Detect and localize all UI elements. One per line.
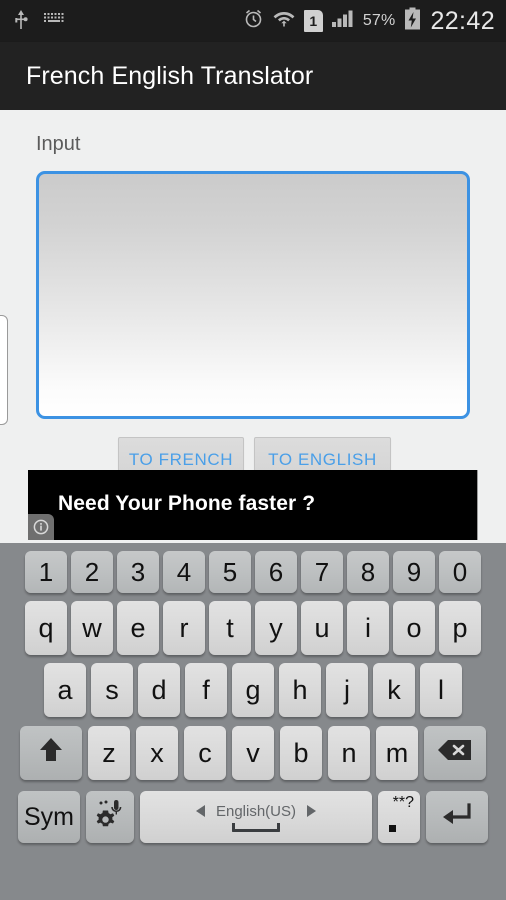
gear-mic-icon bbox=[93, 797, 127, 838]
status-bar: 1 57% 22:42 bbox=[0, 0, 506, 42]
key-n[interactable]: n bbox=[328, 726, 370, 780]
key-e[interactable]: e bbox=[117, 601, 159, 655]
key-3[interactable]: 3 bbox=[117, 551, 159, 593]
key-s[interactable]: s bbox=[91, 663, 133, 717]
space-language-label: English(US) bbox=[215, 802, 297, 820]
keyboard-row-function: Sym English(US) **? bbox=[0, 788, 506, 846]
key-0[interactable]: 0 bbox=[439, 551, 481, 593]
key-2[interactable]: 2 bbox=[71, 551, 113, 593]
signal-icon bbox=[331, 9, 354, 33]
key-b[interactable]: b bbox=[280, 726, 322, 780]
key-j[interactable]: j bbox=[326, 663, 368, 717]
key-t[interactable]: t bbox=[209, 601, 251, 655]
status-bar-clock: 22:42 bbox=[430, 6, 495, 35]
info-icon[interactable] bbox=[28, 514, 54, 540]
backspace-key[interactable] bbox=[424, 726, 486, 780]
key-5[interactable]: 5 bbox=[209, 551, 251, 593]
key-y[interactable]: y bbox=[255, 601, 297, 655]
wifi-icon bbox=[273, 9, 295, 34]
keyboard-row-home: a s d f g h j k l bbox=[0, 661, 506, 719]
key-7[interactable]: 7 bbox=[301, 551, 343, 593]
key-r[interactable]: r bbox=[163, 601, 205, 655]
phone-screen: 1 57% 22:42 French English Translator In… bbox=[0, 0, 506, 900]
status-bar-right-icons: 1 57% 22:42 bbox=[243, 7, 506, 36]
key-9[interactable]: 9 bbox=[393, 551, 435, 593]
shift-key[interactable] bbox=[20, 726, 82, 780]
key-a[interactable]: a bbox=[44, 663, 86, 717]
key-w[interactable]: w bbox=[71, 601, 113, 655]
key-f[interactable]: f bbox=[185, 663, 227, 717]
app-title-bar: French English Translator bbox=[0, 42, 506, 110]
space-language-switcher[interactable]: English(US) bbox=[195, 802, 317, 820]
keyboard-row-bottom: z x c v b n m bbox=[0, 723, 506, 783]
offscreen-panel bbox=[0, 315, 8, 425]
keyboard-row-top: q w e r t y u i o p bbox=[0, 599, 506, 657]
key-c[interactable]: c bbox=[184, 726, 226, 780]
key-g[interactable]: g bbox=[232, 663, 274, 717]
key-p[interactable]: p bbox=[439, 601, 481, 655]
key-z[interactable]: z bbox=[88, 726, 130, 780]
usb-icon bbox=[13, 8, 29, 35]
key-q[interactable]: q bbox=[25, 601, 67, 655]
key-x[interactable]: x bbox=[136, 726, 178, 780]
input-label: Input bbox=[36, 133, 81, 155]
space-key[interactable]: English(US) bbox=[140, 791, 372, 843]
keyboard-icon bbox=[43, 11, 67, 31]
symbols-key[interactable]: Sym bbox=[18, 791, 80, 843]
status-bar-left-icons bbox=[0, 8, 67, 35]
space-icon bbox=[232, 822, 280, 832]
period-key[interactable]: **? bbox=[378, 791, 420, 843]
period-dot-icon bbox=[389, 825, 396, 832]
enter-key[interactable] bbox=[426, 791, 488, 843]
settings-key[interactable] bbox=[86, 791, 134, 843]
battery-percent-label: 57% bbox=[362, 12, 396, 29]
key-d[interactable]: d bbox=[138, 663, 180, 717]
shift-icon bbox=[38, 735, 64, 772]
key-4[interactable]: 4 bbox=[163, 551, 205, 593]
input-textarea[interactable] bbox=[36, 171, 470, 419]
keyboard-row-numbers: 1 2 3 4 5 6 7 8 9 0 bbox=[0, 549, 506, 595]
key-6[interactable]: 6 bbox=[255, 551, 297, 593]
backspace-icon bbox=[437, 738, 473, 769]
key-8[interactable]: 8 bbox=[347, 551, 389, 593]
key-v[interactable]: v bbox=[232, 726, 274, 780]
ad-headline: Need Your Phone faster ? bbox=[58, 492, 316, 515]
sim-icon: 1 bbox=[303, 10, 323, 32]
key-h[interactable]: h bbox=[279, 663, 321, 717]
key-m[interactable]: m bbox=[376, 726, 418, 780]
enter-icon bbox=[441, 800, 473, 835]
page-title: French English Translator bbox=[26, 61, 314, 90]
key-l[interactable]: l bbox=[420, 663, 462, 717]
key-k[interactable]: k bbox=[373, 663, 415, 717]
battery-charging-icon bbox=[404, 7, 421, 36]
chevron-left-icon[interactable] bbox=[195, 805, 205, 817]
key-o[interactable]: o bbox=[393, 601, 435, 655]
ad-banner[interactable]: Need Your Phone faster ? bbox=[28, 470, 478, 540]
on-screen-keyboard[interactable]: 1 2 3 4 5 6 7 8 9 0 q w e r t y u i o p … bbox=[0, 543, 506, 900]
key-1[interactable]: 1 bbox=[25, 551, 67, 593]
key-u[interactable]: u bbox=[301, 601, 343, 655]
period-key-alt-label: **? bbox=[392, 794, 414, 811]
key-i[interactable]: i bbox=[347, 601, 389, 655]
alarm-icon bbox=[243, 8, 264, 34]
chevron-right-icon[interactable] bbox=[307, 805, 317, 817]
